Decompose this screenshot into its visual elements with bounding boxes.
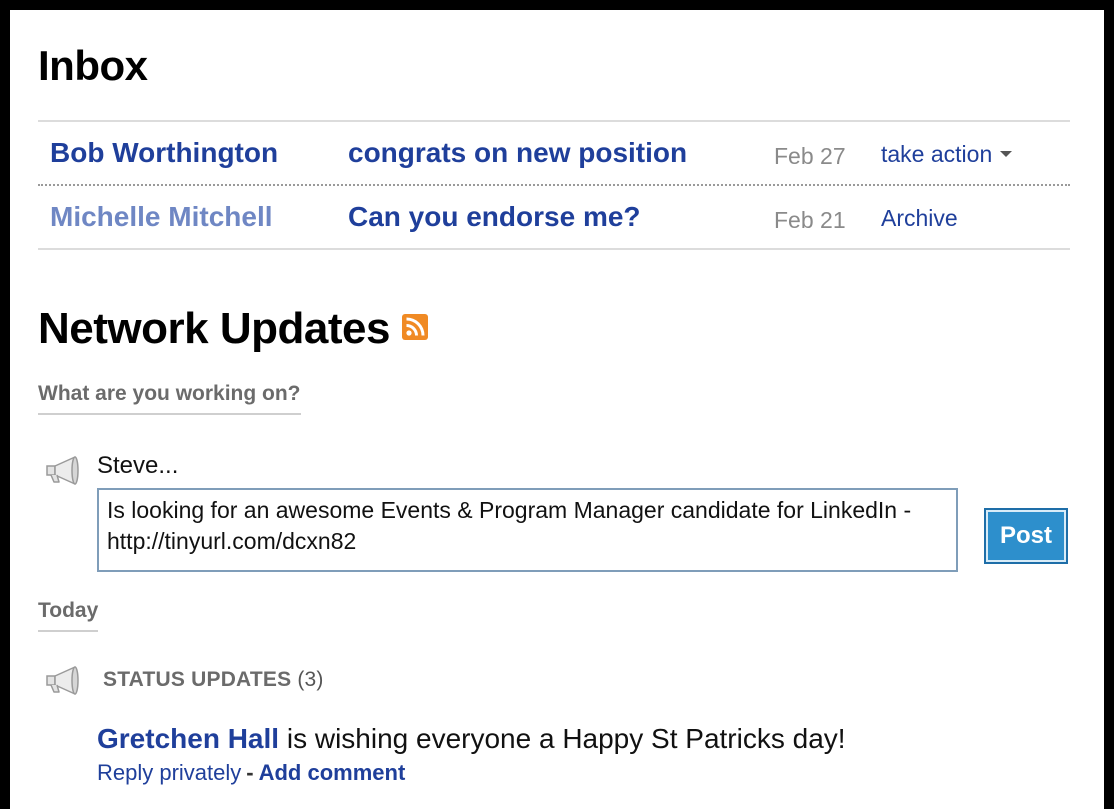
inbox-list: Bob Worthington congrats on new position… — [38, 120, 1070, 250]
status-updates-label: STATUS UPDATES — [103, 668, 292, 691]
add-comment-link[interactable]: Add comment — [259, 760, 406, 785]
network-updates-title-text: Network Updates — [38, 304, 390, 353]
post-button[interactable]: Post — [984, 508, 1068, 564]
inbox-title: Inbox — [38, 42, 148, 89]
update-text: is wishing everyone a Happy St Patricks … — [279, 723, 846, 754]
status-updates-heading: STATUS UPDATES (3) — [103, 668, 324, 692]
chevron-down-icon — [1000, 150, 1013, 157]
message-date: Feb 21 — [774, 207, 846, 233]
status-update-item: Gretchen Hall is wishing everyone a Happ… — [97, 723, 846, 755]
message-subject-link[interactable]: Can you endorse me? — [348, 201, 641, 233]
reply-privately-link[interactable]: Reply privately — [97, 760, 241, 785]
megaphone-icon — [46, 456, 79, 485]
message-subject-link[interactable]: congrats on new position — [348, 137, 687, 169]
megaphone-icon — [46, 666, 79, 695]
archive-link[interactable]: Archive — [881, 205, 958, 232]
message-sender-link[interactable]: Michelle Mitchell — [50, 201, 273, 233]
inbox-message-row[interactable]: Bob Worthington congrats on new position… — [38, 122, 1070, 184]
update-actions: Reply privately - Add comment — [97, 760, 405, 786]
message-date: Feb 27 — [774, 143, 846, 169]
working-on-prompt: What are you working on? — [38, 382, 301, 415]
message-sender-link[interactable]: Bob Worthington — [50, 137, 278, 169]
inbox-message-row[interactable]: Michelle Mitchell Can you endorse me? Fe… — [38, 184, 1070, 248]
status-update-input[interactable]: Is looking for an awesome Events & Progr… — [97, 488, 958, 572]
take-action-label: take action — [881, 141, 993, 167]
action-separator: - — [246, 760, 254, 785]
today-heading: Today — [38, 599, 99, 632]
rss-feed-icon[interactable] — [401, 314, 428, 341]
current-user-name: Steve... — [97, 452, 179, 479]
status-updates-count: (3) — [297, 668, 324, 691]
take-action-dropdown[interactable]: take action — [881, 141, 1013, 168]
network-updates-title: Network Updates — [38, 304, 428, 354]
main-panel: Inbox Bob Worthington congrats on new po… — [10, 10, 1104, 809]
update-author-link[interactable]: Gretchen Hall — [97, 723, 279, 754]
